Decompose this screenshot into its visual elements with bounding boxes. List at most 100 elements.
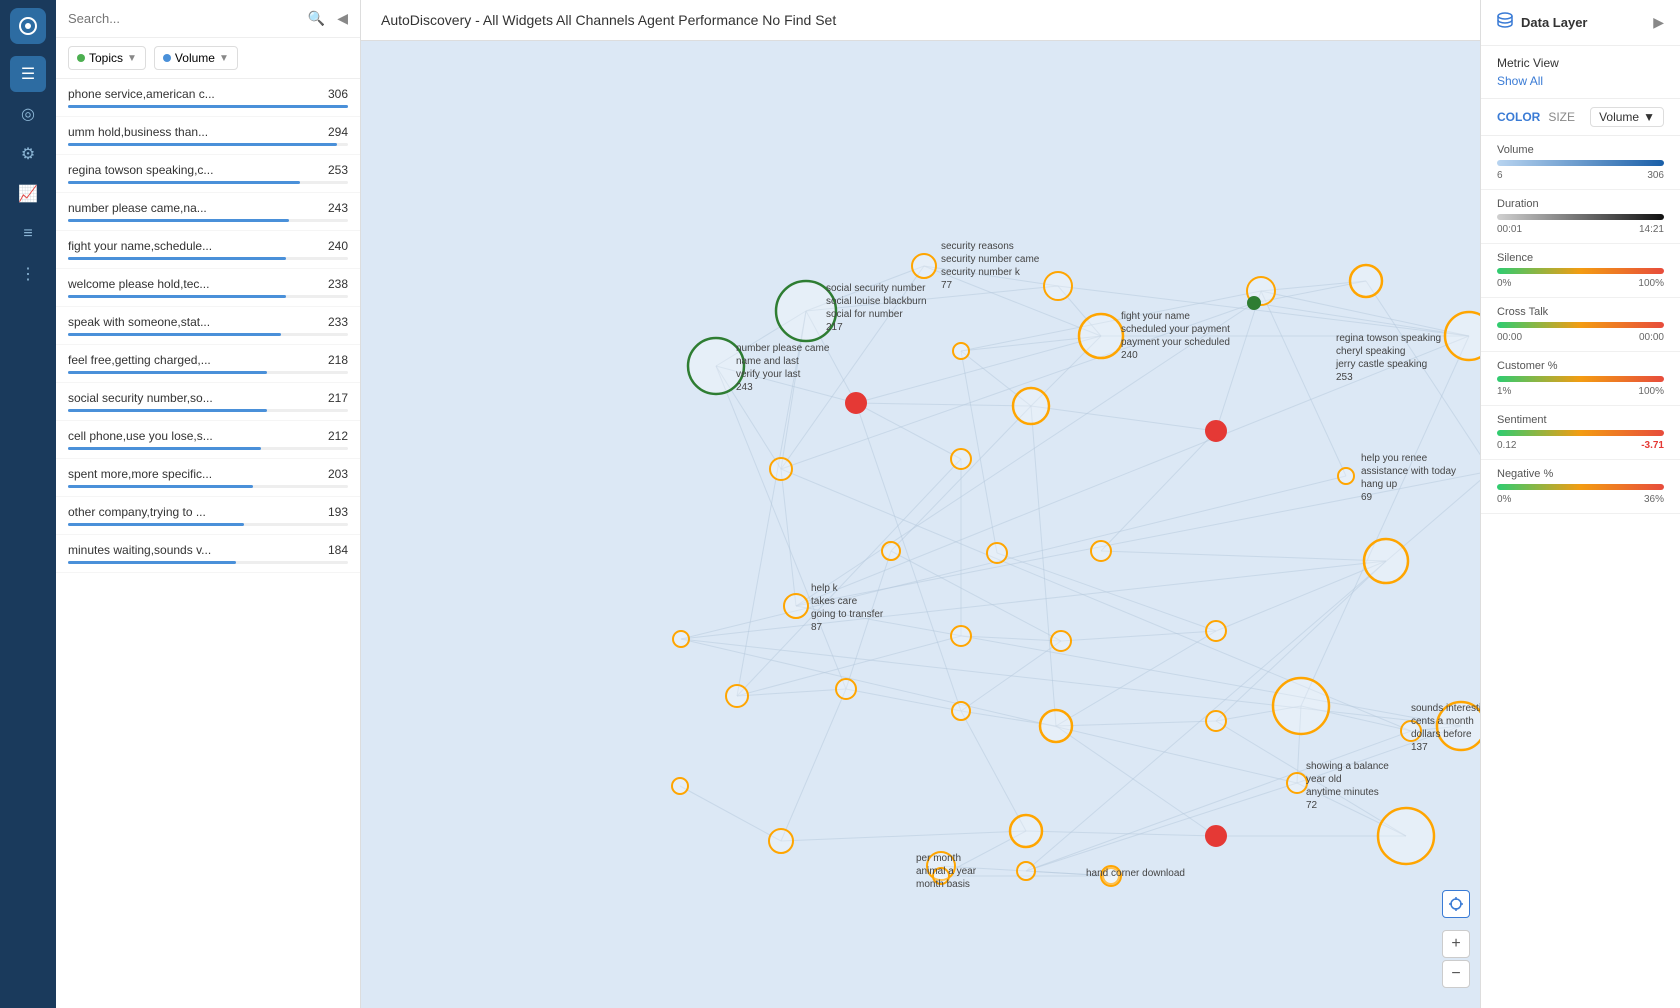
node-n3[interactable]: security reasonssecurity number camesecu…: [912, 241, 1040, 291]
node-n26[interactable]: [673, 631, 689, 647]
node-n45[interactable]: hand corner download: [1086, 866, 1185, 886]
node-n2[interactable]: number please camename and lastverify yo…: [688, 338, 830, 394]
color-tab[interactable]: COLOR: [1497, 110, 1540, 124]
node-n32[interactable]: [1273, 678, 1329, 734]
topic-name: welcome please hold,tec...: [68, 277, 209, 291]
network-edge: [961, 641, 1061, 711]
metric-min-volume: 6: [1497, 170, 1503, 181]
visualization-area[interactable]: social security numbersocial louise blac…: [361, 41, 1480, 1008]
node-n29[interactable]: [952, 702, 970, 720]
zoom-in-button[interactable]: +: [1442, 930, 1470, 958]
topic-item[interactable]: other company,trying to ... 193: [56, 497, 360, 535]
left-panel: 🔍 ◀ Topics ▼ Volume ▼ phone service,amer…: [56, 0, 361, 1008]
network-edge: [681, 639, 1297, 783]
node-n37[interactable]: [1010, 815, 1042, 847]
topic-item[interactable]: regina towson speaking,c... 253: [56, 155, 360, 193]
topic-item[interactable]: umm hold,business than... 294: [56, 117, 360, 155]
topic-item[interactable]: social security number,so... 217: [56, 383, 360, 421]
node-n35[interactable]: [672, 778, 688, 794]
node-n8[interactable]: [953, 343, 969, 359]
node-n9[interactable]: [1206, 421, 1226, 441]
node-n30[interactable]: [1040, 710, 1072, 742]
node-n14[interactable]: [770, 458, 792, 480]
topic-bar-bg: [68, 295, 348, 298]
nav-chart-icon[interactable]: 📈: [10, 176, 46, 212]
node-n6[interactable]: [846, 393, 866, 413]
app-logo[interactable]: [10, 8, 46, 44]
volume-filter[interactable]: Volume ▼: [154, 46, 238, 70]
zoom-out-button[interactable]: −: [1442, 960, 1470, 988]
metric-max-customer: 100%: [1638, 386, 1664, 397]
collapse-left-btn[interactable]: ◀: [337, 10, 348, 27]
node-n7[interactable]: [1013, 388, 1049, 424]
metric-label-volume: Volume: [1497, 144, 1664, 156]
node-label: per month: [916, 853, 961, 864]
topic-item[interactable]: minutes waiting,sounds v... 184: [56, 535, 360, 573]
node-n27[interactable]: [726, 685, 748, 707]
node-label: hang up: [1361, 479, 1398, 490]
node-n36[interactable]: [769, 829, 793, 853]
topic-bar: [68, 295, 286, 298]
search-icon[interactable]: 🔍: [308, 10, 325, 27]
topic-item[interactable]: spent more,more specific... 203: [56, 459, 360, 497]
node-n16[interactable]: [882, 542, 900, 560]
node-n1[interactable]: social security numbersocial louise blac…: [776, 281, 927, 341]
network-edge: [681, 639, 1461, 726]
node-n11[interactable]: [1350, 265, 1382, 297]
node-n4[interactable]: [1044, 272, 1072, 300]
metric-gradient-volume: [1497, 160, 1664, 166]
topics-filter[interactable]: Topics ▼: [68, 46, 146, 70]
topic-item[interactable]: welcome please hold,tec... 238: [56, 269, 360, 307]
metric-label-negative: Negative %: [1497, 468, 1664, 480]
node-n38[interactable]: [1206, 826, 1226, 846]
node-label: scheduled your payment: [1121, 324, 1230, 335]
node-n17[interactable]: [987, 543, 1007, 563]
node-n39[interactable]: [1378, 808, 1434, 864]
right-panel: Data Layer ▶ Metric View Show All COLOR …: [1480, 0, 1680, 1008]
topic-item[interactable]: phone service,american c... 306: [56, 79, 360, 117]
network-edge: [1056, 631, 1216, 726]
node-n12[interactable]: [1248, 297, 1260, 309]
metric-min-crosstalk: 00:00: [1497, 332, 1522, 343]
topic-bar: [68, 105, 348, 108]
topic-item[interactable]: number please came,na... 243: [56, 193, 360, 231]
node-n18[interactable]: [1091, 541, 1111, 561]
node-n22[interactable]: [951, 626, 971, 646]
network-edge: [781, 469, 796, 606]
topic-item[interactable]: fight your name,schedule... 240: [56, 231, 360, 269]
nav-settings-icon[interactable]: ⚙: [10, 136, 46, 172]
network-graph[interactable]: social security numbersocial louise blac…: [361, 41, 1480, 1008]
node-n25[interactable]: [1364, 539, 1408, 583]
metric-section-volume: Volume 6 306: [1481, 136, 1680, 190]
node-n15[interactable]: [951, 449, 971, 469]
node-n28[interactable]: [836, 679, 856, 699]
nav-analytics-icon[interactable]: ◎: [10, 96, 46, 132]
expand-right-btn[interactable]: ▶: [1653, 14, 1664, 31]
node-n24[interactable]: [1206, 621, 1226, 641]
metric-min-sentiment: 0.12: [1497, 440, 1516, 451]
nav-home-icon[interactable]: ☰: [10, 56, 46, 92]
topic-bar: [68, 219, 289, 222]
node-n41[interactable]: [1017, 862, 1035, 880]
topic-bar: [68, 561, 236, 564]
node-n31[interactable]: [1206, 711, 1226, 731]
metric-dropdown-value: Volume: [1599, 110, 1639, 124]
node-n23[interactable]: [1051, 631, 1071, 651]
size-tab[interactable]: SIZE: [1548, 110, 1575, 124]
nav-list-icon[interactable]: ≡: [10, 216, 46, 252]
node-n44[interactable]: per monthanimal a yearmonth basis: [916, 853, 977, 890]
locate-button[interactable]: [1442, 890, 1470, 918]
topic-item[interactable]: cell phone,use you lose,s... 212: [56, 421, 360, 459]
topic-item[interactable]: speak with someone,stat... 233: [56, 307, 360, 345]
topics-arrow-icon: ▼: [127, 53, 137, 64]
metric-section-silence: Silence 0% 100%: [1481, 244, 1680, 298]
node-circle: [882, 542, 900, 560]
nav-more-icon[interactable]: ⋮: [10, 256, 46, 292]
network-edge: [1216, 561, 1386, 631]
topic-item[interactable]: feel free,getting charged,... 218: [56, 345, 360, 383]
metric-dropdown[interactable]: Volume ▼: [1590, 107, 1664, 127]
data-layer-title: Data Layer: [1521, 15, 1587, 30]
show-all-link[interactable]: Show All: [1497, 74, 1543, 88]
topic-bar-bg: [68, 523, 348, 526]
search-input[interactable]: [68, 11, 300, 26]
